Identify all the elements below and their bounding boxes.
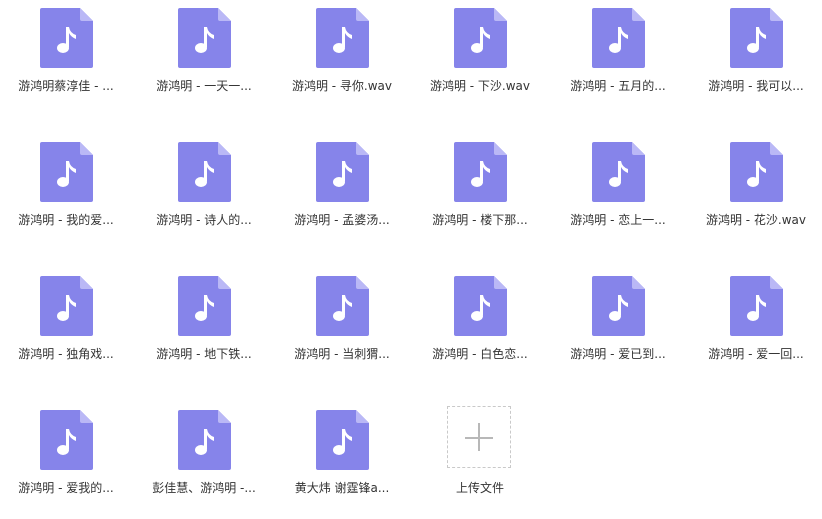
file-name: 游鸿明 - 独角戏... xyxy=(18,347,114,361)
file-item[interactable]: 游鸿明 - 孟婆汤... xyxy=(276,134,408,258)
music-file-icon xyxy=(454,276,507,336)
file-name: 游鸿明 - 花沙.wav xyxy=(705,213,807,227)
file-item[interactable]: 游鸿明 - 恋上一... xyxy=(552,134,684,258)
music-file-icon xyxy=(40,410,93,470)
file-name: 彭佳慧、游鸿明 -... xyxy=(152,481,256,495)
music-file-icon xyxy=(316,142,369,202)
file-item[interactable]: 游鸿明 - 当刺猬... xyxy=(276,268,408,392)
file-item[interactable]: 游鸿明 - 花沙.wav xyxy=(690,134,822,258)
file-item[interactable]: 游鸿明 - 独角戏... xyxy=(0,268,132,392)
file-item[interactable]: 游鸿明蔡淳佳 - ... xyxy=(0,0,132,124)
file-item[interactable]: 游鸿明 - 爱我的... xyxy=(0,402,132,519)
file-item[interactable]: 游鸿明 - 下沙.wav xyxy=(414,0,546,124)
file-name: 游鸿明 - 一天一... xyxy=(156,79,252,93)
file-item[interactable]: 游鸿明 - 寻你.wav xyxy=(276,0,408,124)
music-file-icon xyxy=(40,8,93,68)
music-file-icon xyxy=(40,142,93,202)
music-file-icon xyxy=(730,8,783,68)
file-item[interactable]: 游鸿明 - 我可以... xyxy=(690,0,822,124)
music-file-icon xyxy=(178,276,231,336)
file-item[interactable]: 彭佳慧、游鸿明 -... xyxy=(138,402,270,519)
plus-icon[interactable] xyxy=(447,406,511,468)
music-file-icon xyxy=(316,276,369,336)
file-name: 游鸿明 - 寻你.wav xyxy=(291,79,393,93)
file-name: 游鸿明 - 下沙.wav xyxy=(429,79,531,93)
file-item[interactable]: 游鸿明 - 白色恋... xyxy=(414,268,546,392)
music-file-icon xyxy=(178,410,231,470)
music-file-icon xyxy=(316,8,369,68)
file-item[interactable]: 游鸿明 - 爱一回... xyxy=(690,268,822,392)
file-grid: 游鸿明蔡淳佳 - ... 游鸿明 - 一天一... 游鸿明 - 寻你.wav 游鸿明 … xyxy=(0,0,822,519)
file-name: 游鸿明 - 爱我的... xyxy=(18,481,114,495)
file-item[interactable]: 游鸿明 - 我的爱... xyxy=(0,134,132,258)
file-name: 游鸿明 - 恋上一... xyxy=(570,213,666,227)
file-name: 黄大炜 谢霆锋a... xyxy=(294,481,390,495)
file-item[interactable]: 游鸿明 - 爱已到... xyxy=(552,268,684,392)
music-file-icon xyxy=(592,142,645,202)
file-name: 游鸿明 - 孟婆汤... xyxy=(294,213,390,227)
file-item[interactable]: 游鸿明 - 一天一... xyxy=(138,0,270,124)
file-name: 游鸿明 - 白色恋... xyxy=(432,347,528,361)
file-name: 游鸿明 - 爱已到... xyxy=(570,347,666,361)
music-file-icon xyxy=(316,410,369,470)
music-file-icon xyxy=(178,142,231,202)
music-file-icon xyxy=(454,8,507,68)
file-name: 游鸿明 - 诗人的... xyxy=(156,213,252,227)
file-name: 游鸿明 - 我可以... xyxy=(708,79,804,93)
file-name: 游鸿明蔡淳佳 - ... xyxy=(18,79,114,93)
music-file-icon xyxy=(592,8,645,68)
upload-file-button[interactable]: 上传文件 xyxy=(414,402,546,519)
music-file-icon xyxy=(592,276,645,336)
file-item[interactable]: 游鸿明 - 楼下那... xyxy=(414,134,546,258)
file-name: 游鸿明 - 当刺猬... xyxy=(294,347,390,361)
file-name: 游鸿明 - 爱一回... xyxy=(708,347,804,361)
file-item[interactable]: 游鸿明 - 诗人的... xyxy=(138,134,270,258)
file-item[interactable]: 游鸿明 - 地下铁... xyxy=(138,268,270,392)
file-item[interactable]: 黄大炜 谢霆锋a... xyxy=(276,402,408,519)
file-name: 游鸿明 - 地下铁... xyxy=(156,347,252,361)
music-file-icon xyxy=(454,142,507,202)
upload-label: 上传文件 xyxy=(455,481,504,495)
music-file-icon xyxy=(730,276,783,336)
music-file-icon xyxy=(730,142,783,202)
music-file-icon xyxy=(178,8,231,68)
music-file-icon xyxy=(40,276,93,336)
file-name: 游鸿明 - 楼下那... xyxy=(432,213,528,227)
file-name: 游鸿明 - 五月的... xyxy=(570,79,666,93)
file-item[interactable]: 游鸿明 - 五月的... xyxy=(552,0,684,124)
file-name: 游鸿明 - 我的爱... xyxy=(18,213,114,227)
